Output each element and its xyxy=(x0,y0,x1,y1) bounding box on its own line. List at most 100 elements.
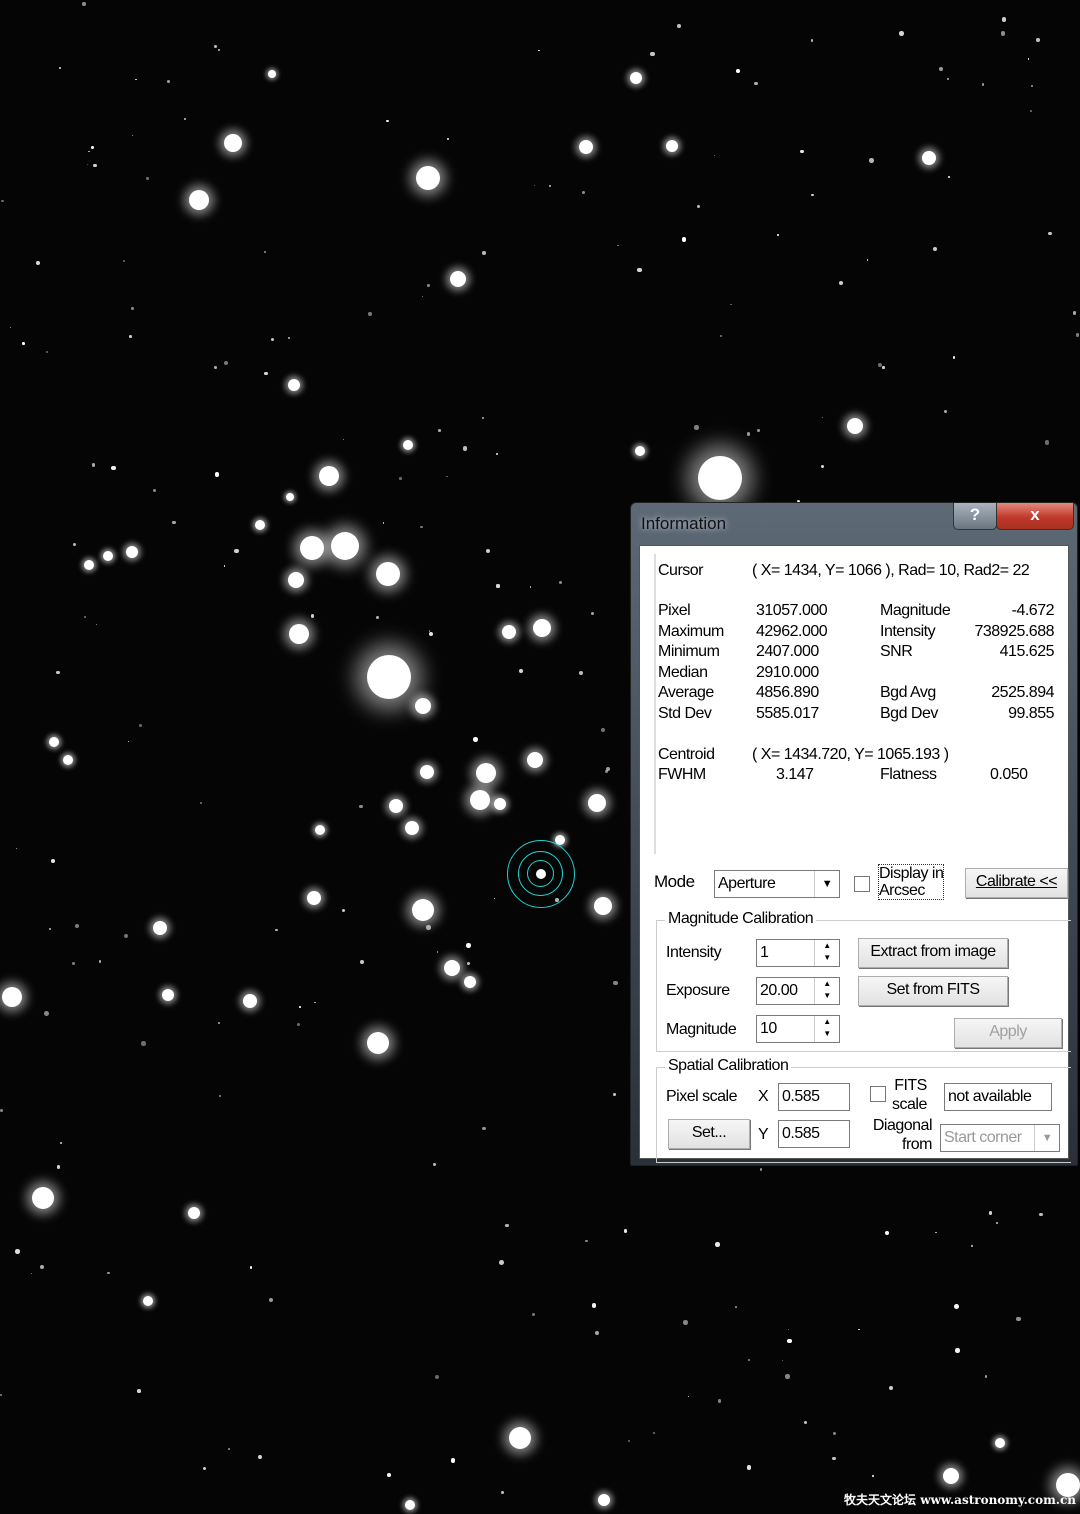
star xyxy=(495,452,499,455)
star xyxy=(885,1231,890,1235)
star xyxy=(1072,311,1077,315)
star xyxy=(310,613,315,618)
magnitude-spinner[interactable]: 10 ▲ ▼ xyxy=(756,1015,840,1043)
star xyxy=(715,1242,720,1247)
star xyxy=(470,790,490,810)
star xyxy=(450,271,466,287)
star xyxy=(214,471,220,477)
star xyxy=(289,624,309,644)
star xyxy=(15,847,17,849)
star xyxy=(39,1265,45,1270)
star xyxy=(777,234,779,236)
display-arcsec-label[interactable]: Display in Arcsec xyxy=(878,864,945,900)
spinner-arrows-icon[interactable]: ▲ ▼ xyxy=(814,1016,839,1042)
star xyxy=(713,154,716,157)
star xyxy=(228,1448,230,1450)
star xyxy=(438,429,441,432)
star xyxy=(676,24,681,29)
stat-label: Std Dev xyxy=(658,704,712,722)
star xyxy=(331,532,359,560)
star xyxy=(482,417,484,420)
star xyxy=(1035,38,1040,43)
star xyxy=(152,489,156,493)
stat-value: 4856.890 xyxy=(756,684,819,701)
apply-button[interactable]: Apply xyxy=(954,1018,1062,1048)
stat-label: Minimum xyxy=(658,643,720,660)
star xyxy=(405,1500,415,1510)
set-button[interactable]: Set... xyxy=(668,1119,750,1149)
star xyxy=(1044,439,1050,445)
set-from-fits-button[interactable]: Set from FITS xyxy=(858,976,1008,1006)
aperture-marker xyxy=(507,840,575,908)
star xyxy=(224,134,242,152)
star xyxy=(286,493,294,501)
star xyxy=(810,39,814,42)
star xyxy=(585,1239,588,1243)
star xyxy=(494,798,506,810)
fits-scale-checkbox[interactable] xyxy=(870,1086,886,1102)
star xyxy=(137,1389,141,1393)
star xyxy=(847,418,863,434)
star xyxy=(59,1141,63,1145)
help-button[interactable]: ? xyxy=(953,503,997,530)
spinner-arrows-icon[interactable]: ▲ ▼ xyxy=(814,940,839,966)
star xyxy=(234,549,239,554)
star xyxy=(88,150,90,153)
star xyxy=(833,1431,837,1435)
star xyxy=(955,1348,960,1353)
star xyxy=(368,312,372,316)
watermark: 牧夫天文论坛 www.astronomy.com.cn xyxy=(844,1493,1076,1507)
mode-label: Mode xyxy=(654,872,695,891)
star xyxy=(421,296,423,298)
star xyxy=(434,1374,439,1380)
star xyxy=(359,804,363,809)
star xyxy=(403,440,413,450)
display-arcsec-checkbox[interactable] xyxy=(854,876,870,892)
star xyxy=(787,1339,792,1344)
intensity-spinner[interactable]: 1 ▲ ▼ xyxy=(756,939,840,967)
spinner-arrows-icon[interactable]: ▲ ▼ xyxy=(814,978,839,1004)
star xyxy=(683,1320,688,1325)
extract-from-image-button[interactable]: Extract from image xyxy=(858,938,1008,968)
close-button[interactable]: x xyxy=(996,503,1074,530)
diagonal-from-select[interactable]: Start corner ▼ xyxy=(940,1124,1060,1152)
star xyxy=(300,536,324,560)
star xyxy=(811,193,814,197)
calibrate-button[interactable]: Calibrate << xyxy=(965,868,1068,898)
stat-label: Intensity xyxy=(880,622,936,640)
star xyxy=(635,446,645,456)
star xyxy=(426,283,430,288)
star xyxy=(172,520,177,525)
star xyxy=(126,546,138,558)
star xyxy=(981,83,985,86)
star xyxy=(103,551,113,561)
stat-value: 5585.017 xyxy=(756,704,819,722)
cursor-label: Cursor xyxy=(658,562,704,579)
star xyxy=(858,1328,860,1331)
star xyxy=(257,1454,263,1460)
star xyxy=(56,670,60,674)
pixel-scale-y-input[interactable]: 0.585 xyxy=(778,1120,850,1148)
star xyxy=(529,586,532,588)
star xyxy=(838,280,843,285)
star xyxy=(630,72,642,84)
star xyxy=(416,166,440,190)
star xyxy=(223,360,228,365)
star xyxy=(482,1126,486,1131)
star xyxy=(2,987,22,1007)
exposure-spinner[interactable]: 20.00 ▲ ▼ xyxy=(756,977,840,1005)
star xyxy=(255,520,265,530)
star xyxy=(167,80,171,84)
star xyxy=(509,1427,531,1449)
mode-select[interactable]: Aperture ▼ xyxy=(714,870,840,898)
stat-label: Magnitude xyxy=(880,602,951,619)
star xyxy=(496,584,500,588)
stat-value: 42962.000 xyxy=(756,622,828,640)
star xyxy=(95,623,98,626)
star xyxy=(83,615,86,618)
stat-label: Bgd Avg xyxy=(880,684,936,701)
star xyxy=(399,477,402,480)
star xyxy=(922,151,936,165)
pixel-scale-x-input[interactable]: 0.585 xyxy=(778,1083,850,1111)
star xyxy=(821,464,825,469)
